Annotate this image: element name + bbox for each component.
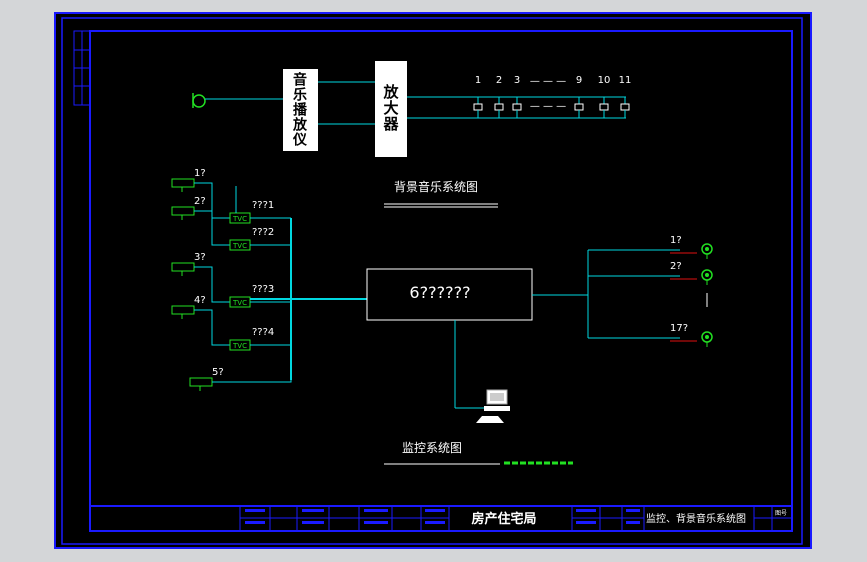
speaker-number: 1 bbox=[475, 75, 481, 86]
bgm-title: 背景音乐系统图 bbox=[394, 179, 478, 194]
monitor-label: 2? bbox=[670, 261, 682, 272]
monitor-label: 1? bbox=[670, 235, 682, 246]
tvc-label: TVC bbox=[232, 242, 247, 250]
drawing-sheet bbox=[54, 12, 812, 549]
speaker-number: 10 bbox=[598, 75, 611, 86]
speaker-ellipsis-2: — — — bbox=[530, 101, 566, 112]
drawing-name: 监控、背景音乐系统图 bbox=[646, 512, 746, 525]
monitor-label: 17? bbox=[670, 323, 688, 334]
music-player-label: 音乐播放仪 bbox=[292, 72, 308, 149]
channel-label: ???4 bbox=[252, 327, 274, 338]
video-controller-label: 6?????? bbox=[409, 283, 470, 302]
channel-label: ???3 bbox=[252, 284, 274, 295]
speaker-number: 9 bbox=[576, 75, 582, 86]
speaker-number: 2 bbox=[496, 75, 502, 86]
tvc-label: TVC bbox=[232, 299, 247, 307]
speaker-ellipsis: — — — bbox=[530, 76, 566, 87]
camera-label: 4? bbox=[194, 295, 206, 306]
cad-drawing-canvas: 音乐播放仪 放大器 1 2 3 9 10 11 — — — — — — 背景音乐系统图 1… bbox=[54, 12, 812, 549]
channel-label: ???2 bbox=[252, 227, 274, 238]
cctv-title: 监控系统图 bbox=[402, 441, 462, 455]
camera-label: 1? bbox=[194, 168, 206, 179]
speaker-number: 11 bbox=[619, 75, 632, 86]
amplifier-label: 放大器 bbox=[382, 83, 399, 133]
speaker-number: 3 bbox=[514, 75, 520, 86]
sheet-number: 图号 bbox=[775, 510, 787, 517]
camera-label: 3? bbox=[194, 252, 206, 263]
tvc-label: TVC bbox=[232, 342, 247, 350]
company-name: 房产住宅局 bbox=[471, 511, 536, 527]
tvc-label: TVC bbox=[232, 215, 247, 223]
camera-label: 2? bbox=[194, 196, 206, 207]
camera-label: 5? bbox=[212, 367, 224, 378]
channel-label: ???1 bbox=[252, 200, 274, 211]
